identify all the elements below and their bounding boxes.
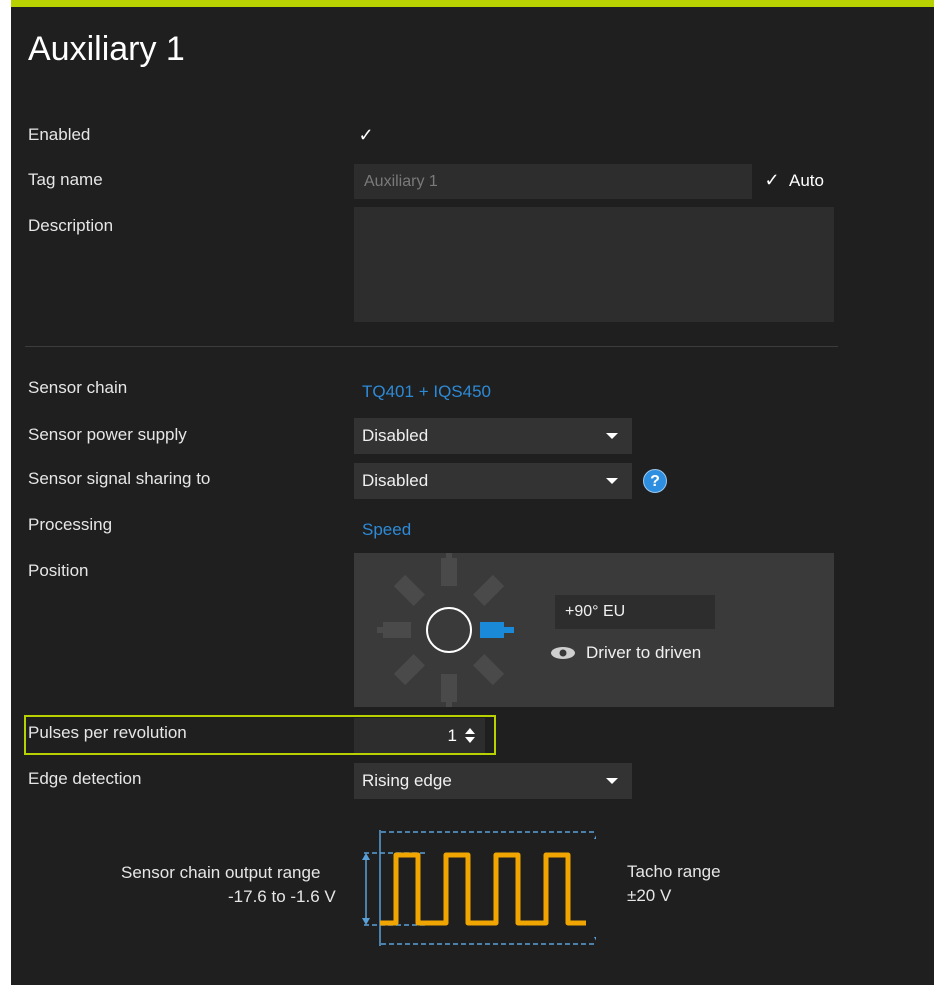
settings-panel: Auxiliary 1 Enabled ✓ Tag name Auxiliary…	[11, 0, 934, 985]
driver-to-driven-toggle[interactable]: Driver to driven	[550, 643, 701, 663]
output-range-value: -17.6 to -1.6 V	[228, 887, 336, 906]
sensor-power-value: Disabled	[362, 426, 429, 445]
page-title: Auxiliary 1	[28, 30, 185, 68]
pulse-diagram	[362, 830, 596, 946]
sensor-sharing-select[interactable]: Disabled	[354, 463, 632, 499]
position-gauge-icon[interactable]	[354, 553, 544, 707]
position-angle-input[interactable]: +90° EU	[555, 595, 715, 629]
chevron-down-icon	[606, 778, 618, 784]
description-textarea[interactable]	[354, 207, 834, 322]
sensor-chain-link[interactable]: TQ401 + IQS450	[362, 382, 491, 402]
output-range-label: Sensor chain output range	[121, 863, 321, 882]
sensor-sharing-label: Sensor signal sharing to	[28, 469, 211, 488]
enabled-checkbox[interactable]: ✓	[356, 125, 376, 145]
tacho-range-label: Tacho range	[627, 862, 721, 881]
sensor-power-select[interactable]: Disabled	[354, 418, 632, 454]
pulses-label: Pulses per revolution	[28, 723, 187, 742]
sensor-chain-label: Sensor chain	[28, 378, 128, 397]
checkmark-icon: ✓	[358, 125, 374, 145]
processing-link[interactable]: Speed	[362, 520, 411, 540]
enabled-label: Enabled	[28, 125, 91, 144]
eye-icon	[551, 647, 575, 659]
auto-label: Auto	[789, 171, 824, 190]
pulses-value: 1	[447, 725, 457, 745]
checkmark-icon: ✓	[764, 170, 780, 190]
edge-detection-value: Rising edge	[362, 771, 452, 790]
sensor-power-label: Sensor power supply	[28, 425, 187, 444]
position-label: Position	[28, 561, 89, 580]
up-down-arrows-icon[interactable]	[465, 728, 475, 743]
processing-label: Processing	[28, 515, 113, 534]
description-label: Description	[28, 216, 114, 235]
tag-name-label: Tag name	[28, 170, 103, 189]
pulses-stepper[interactable]: 1	[354, 718, 485, 753]
sensor-sharing-value: Disabled	[362, 471, 429, 490]
chevron-down-icon	[606, 433, 618, 439]
driver-to-driven-label: Driver to driven	[586, 643, 702, 662]
position-panel: +90° EU Driver to driven	[354, 553, 834, 707]
chevron-down-icon	[606, 478, 618, 484]
tag-name-input[interactable]: Auxiliary 1	[354, 164, 752, 199]
section-divider	[25, 346, 838, 347]
auto-checkbox[interactable]: ✓	[762, 170, 782, 190]
tacho-range-value: ±20 V	[627, 886, 672, 905]
edge-detection-select[interactable]: Rising edge	[354, 763, 632, 799]
question-mark-icon[interactable]: ?	[643, 469, 667, 493]
edge-detection-label: Edge detection	[28, 769, 142, 788]
